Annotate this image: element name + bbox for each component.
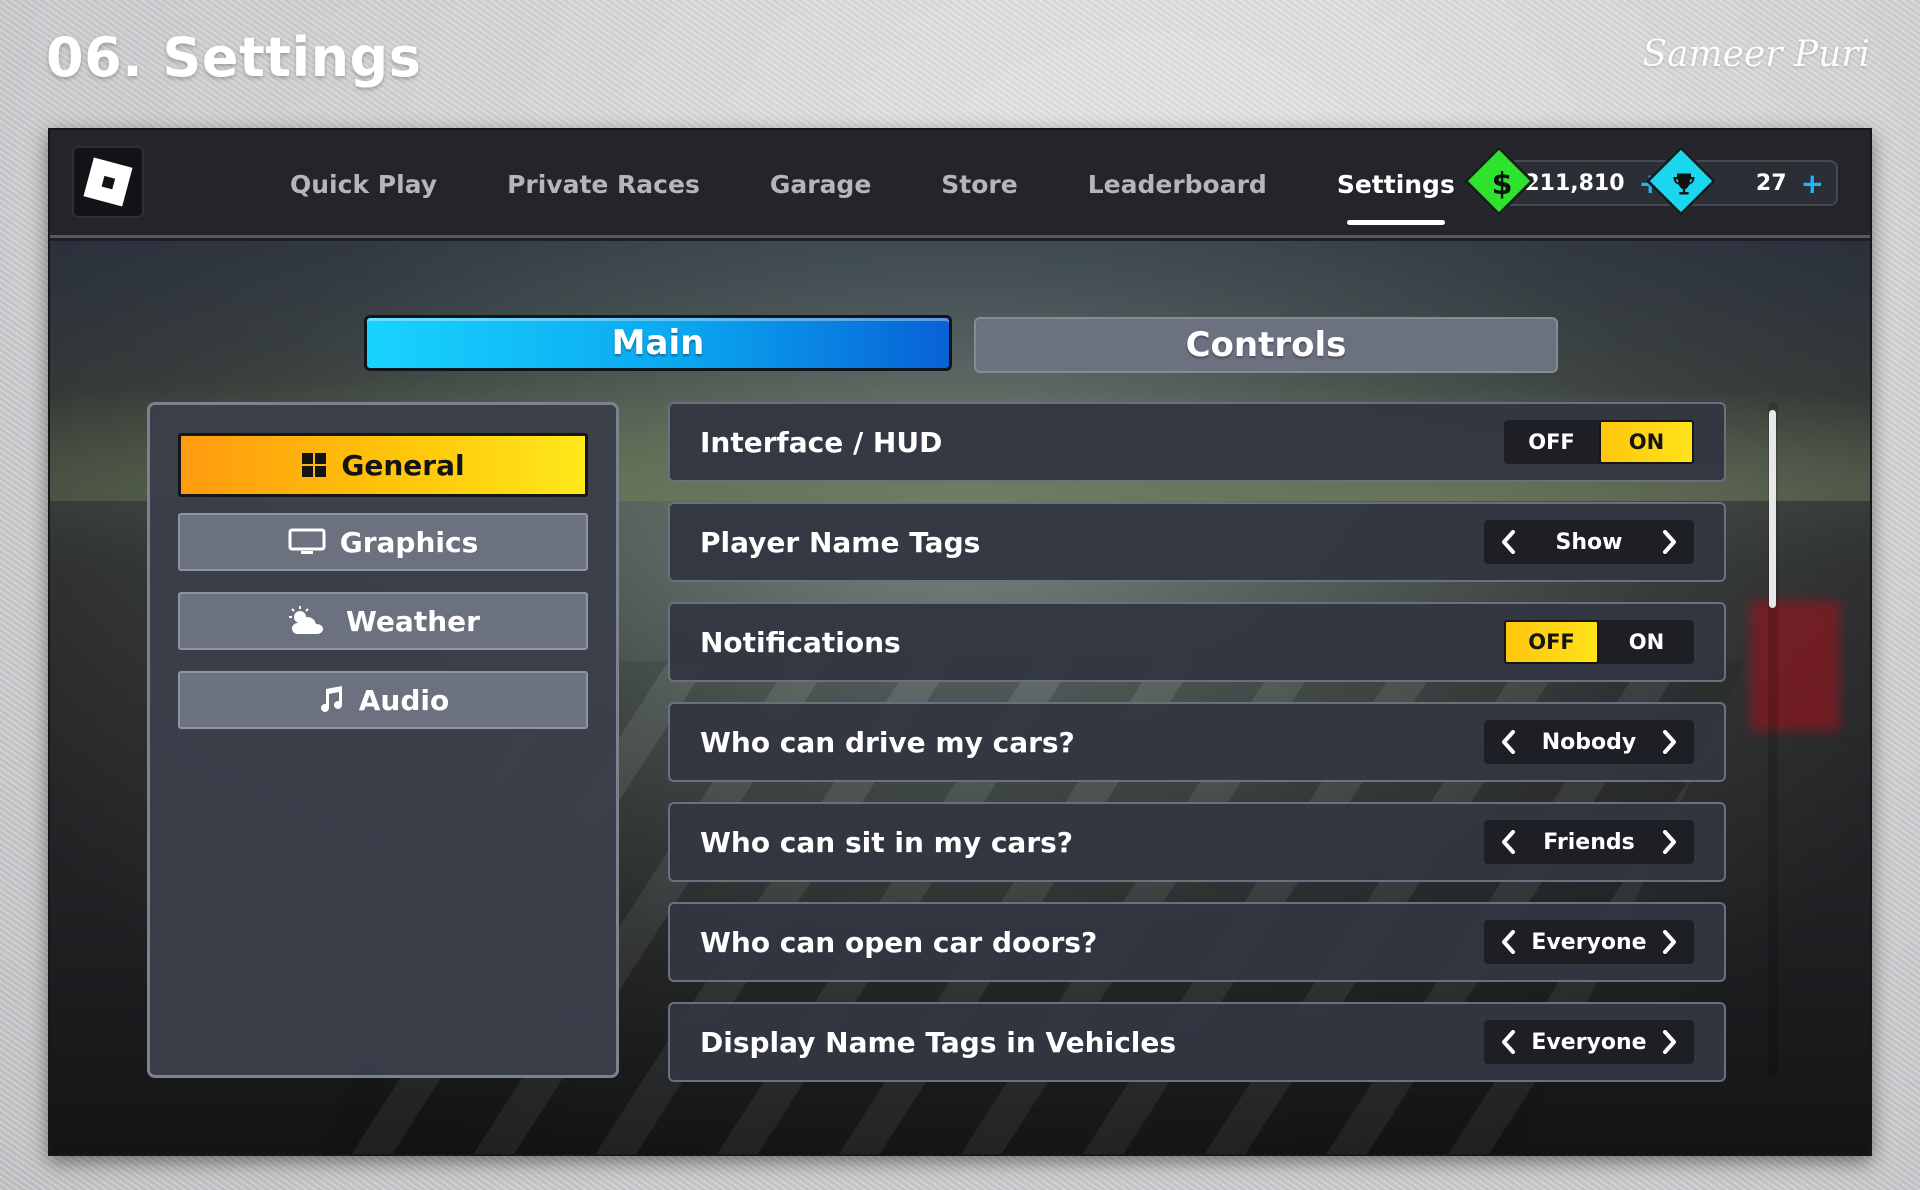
scene-billboard — [1750, 601, 1840, 731]
setting-row-display-name-tags: Display Name Tags in Vehicles Everyone — [668, 1002, 1726, 1082]
setting-row-interface-hud: Interface / HUD OFF ON — [668, 402, 1726, 482]
roblox-logo-icon[interactable] — [72, 146, 144, 218]
selector-value: Nobody — [1541, 729, 1637, 755]
money-amount: 211,810 — [1524, 170, 1625, 196]
music-note-icon — [317, 685, 345, 715]
nav-settings[interactable]: Settings — [1337, 162, 1455, 225]
chevron-left-icon[interactable] — [1496, 1027, 1522, 1057]
nav-private-races[interactable]: Private Races — [507, 162, 700, 207]
setting-label: Who can open car doors? — [700, 925, 1098, 959]
who-can-open-doors-selector: Everyone — [1484, 920, 1694, 964]
toggle-on-option[interactable]: ON — [1599, 620, 1694, 664]
toggle-on-option[interactable]: ON — [1599, 420, 1694, 464]
setting-label: Notifications — [700, 625, 901, 659]
chevron-left-icon[interactable] — [1496, 527, 1522, 557]
selector-value: Show — [1555, 529, 1623, 555]
nav-quick-play[interactable]: Quick Play — [290, 162, 437, 207]
tab-controls[interactable]: Controls — [974, 317, 1558, 373]
dollar-icon: $ — [1491, 166, 1513, 202]
setting-label: Who can drive my cars? — [700, 725, 1075, 759]
grid-icon — [301, 452, 327, 478]
chevron-right-icon[interactable] — [1656, 527, 1682, 557]
main-nav: Quick Play Private Races Garage Store Le… — [290, 130, 1525, 238]
tab-main[interactable]: Main — [364, 315, 952, 371]
chevron-right-icon[interactable] — [1656, 927, 1682, 957]
setting-row-who-can-sit: Who can sit in my cars? Friends — [668, 802, 1726, 882]
selector-value: Everyone — [1531, 1029, 1647, 1055]
setting-row-notifications: Notifications OFF ON — [668, 602, 1726, 682]
category-general-label: General — [341, 448, 465, 482]
nav-store[interactable]: Store — [941, 162, 1017, 207]
add-trophy-button[interactable]: + — [1801, 167, 1824, 200]
partly-cloudy-icon — [286, 605, 332, 637]
display-name-tags-selector: Everyone — [1484, 1020, 1694, 1064]
trophy-icon — [1659, 159, 1709, 209]
setting-row-who-can-open-doors: Who can open car doors? Everyone — [668, 902, 1726, 982]
who-can-sit-selector: Friends — [1484, 820, 1694, 864]
category-audio-button[interactable]: Audio — [178, 671, 588, 729]
nav-leaderboard[interactable]: Leaderboard — [1088, 162, 1267, 207]
category-weather-button[interactable]: Weather — [178, 592, 588, 650]
setting-label: Who can sit in my cars? — [700, 825, 1074, 859]
toggle-off-option[interactable]: OFF — [1504, 420, 1599, 464]
chevron-right-icon[interactable] — [1656, 827, 1682, 857]
category-audio-label: Audio — [358, 683, 450, 717]
chevron-right-icon[interactable] — [1656, 1027, 1682, 1057]
interface-hud-toggle: OFF ON — [1504, 420, 1694, 464]
category-graphics-button[interactable]: Graphics — [178, 513, 588, 571]
game-window: Quick Play Private Races Garage Store Le… — [48, 128, 1872, 1156]
notifications-toggle: OFF ON — [1504, 620, 1694, 664]
chevron-left-icon[interactable] — [1496, 727, 1522, 757]
chevron-left-icon[interactable] — [1496, 927, 1522, 957]
monitor-icon — [288, 528, 326, 556]
category-graphics-label: Graphics — [339, 525, 479, 559]
setting-label: Display Name Tags in Vehicles — [700, 1025, 1177, 1059]
setting-row-who-can-drive: Who can drive my cars? Nobody — [668, 702, 1726, 782]
selector-value: Everyone — [1531, 929, 1647, 955]
author-signature: Sameer Puri — [1642, 34, 1870, 75]
top-nav-bar: Quick Play Private Races Garage Store Le… — [50, 130, 1870, 238]
settings-category-panel: General Graphics Weather Audio — [147, 402, 619, 1078]
player-name-tags-selector: Show — [1484, 520, 1694, 564]
nav-garage[interactable]: Garage — [770, 162, 871, 207]
selector-value: Friends — [1543, 829, 1635, 855]
toggle-off-option[interactable]: OFF — [1504, 620, 1599, 664]
category-weather-label: Weather — [346, 604, 480, 638]
page-title: 06. Settings — [46, 26, 422, 89]
settings-scrollbar-thumb[interactable] — [1769, 410, 1776, 608]
who-can-drive-selector: Nobody — [1484, 720, 1694, 764]
category-general-button[interactable]: General — [178, 433, 588, 497]
chevron-right-icon[interactable] — [1656, 727, 1682, 757]
trophy-amount: 27 — [1755, 170, 1787, 196]
chevron-left-icon[interactable] — [1496, 827, 1522, 857]
setting-label: Player Name Tags — [700, 525, 981, 559]
setting-row-player-name-tags: Player Name Tags Show — [668, 502, 1726, 582]
setting-label: Interface / HUD — [700, 425, 943, 459]
